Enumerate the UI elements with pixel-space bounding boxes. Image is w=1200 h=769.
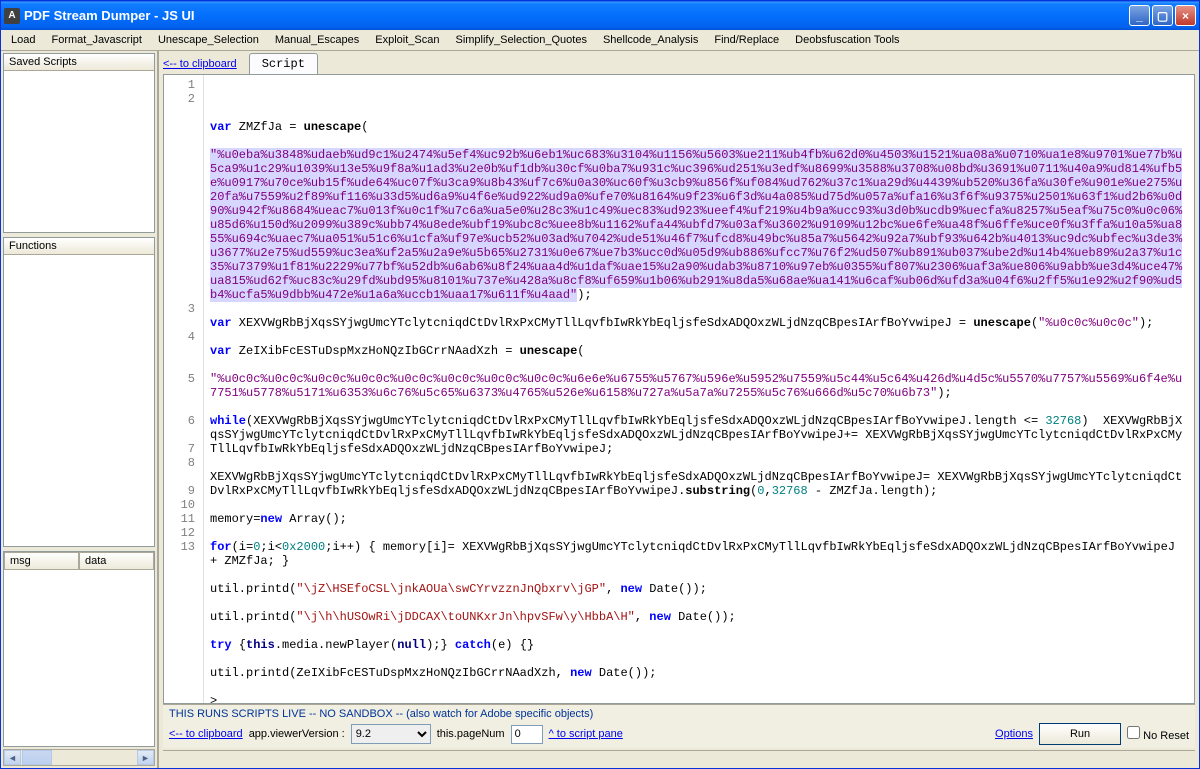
menu-simplify-quotes[interactable]: Simplify_Selection_Quotes	[447, 32, 594, 48]
page-num-label: this.pageNum	[437, 728, 505, 740]
msg-data-panel: msg data	[3, 551, 155, 747]
code-line: var ZeIXibFcESTuDspMxzHoNQzIbGCrrNAadXzh…	[210, 344, 1188, 358]
right-panel: <-- to clipboard Script 1234567891011121…	[159, 51, 1199, 768]
app-icon: A	[4, 8, 20, 24]
maximize-button[interactable]: ▢	[1152, 5, 1173, 26]
menu-format-javascript[interactable]: Format_Javascript	[43, 32, 149, 48]
run-button[interactable]: Run	[1039, 723, 1121, 745]
scroll-right-button[interactable]: ►	[137, 750, 154, 765]
code-line: util.printd("\jZ\HSEfoCSL\jnkAOUa\swCYrv…	[210, 582, 1188, 596]
window-title: PDF Stream Dumper - JS UI	[24, 8, 195, 23]
line-gutter: 12345678910111213	[164, 75, 204, 703]
left-scrollbar[interactable]: ◄ ►	[3, 749, 155, 766]
menu-manual-escapes[interactable]: Manual_Escapes	[267, 32, 367, 48]
close-button[interactable]: ×	[1175, 5, 1196, 26]
viewer-version-select[interactable]: 9.2	[351, 724, 431, 744]
saved-scripts-list[interactable]	[4, 71, 154, 232]
code-line: util.printd("\j\h\hUSOwRi\jDDCAX\toUNKxr…	[210, 610, 1188, 624]
code-line: "%u0eba%u3848%udaeb%ud9c1%u2474%u5ef4%uc…	[210, 148, 1188, 302]
code-line: XEXVWgRbBjXqsSYjwgUmcYTclytcniqdCtDvlRxP…	[210, 470, 1188, 498]
msg-data-list[interactable]	[4, 570, 154, 746]
saved-scripts-header: Saved Scripts	[4, 54, 154, 71]
menu-shellcode-analysis[interactable]: Shellcode_Analysis	[595, 32, 706, 48]
scroll-left-button[interactable]: ◄	[4, 750, 21, 765]
no-reset-label[interactable]: No Reset	[1127, 726, 1189, 742]
code-line	[210, 92, 1188, 106]
code-line: for(i=0;i<0x2000;i++) { memory[i]= XEXVW…	[210, 540, 1188, 568]
bottom-clipboard-link[interactable]: <-- to clipboard	[169, 728, 243, 740]
viewer-version-label: app.viewerVersion :	[249, 728, 345, 740]
bottom-bar: THIS RUNS SCRIPTS LIVE -- NO SANDBOX -- …	[163, 704, 1195, 748]
functions-list[interactable]	[4, 255, 154, 546]
minimize-button[interactable]: _	[1129, 5, 1150, 26]
tab-bar: <-- to clipboard Script	[159, 51, 1199, 74]
data-column-header[interactable]: data	[79, 552, 154, 570]
titlebar[interactable]: A PDF Stream Dumper - JS UI _ ▢ ×	[1, 1, 1199, 30]
app-window: A PDF Stream Dumper - JS UI _ ▢ × Load F…	[0, 0, 1200, 769]
code-editor[interactable]: 12345678910111213 var ZMZfJa = unescape(…	[163, 74, 1195, 704]
status-edge	[163, 750, 1195, 768]
saved-scripts-panel: Saved Scripts	[3, 53, 155, 233]
code-line: util.printd(ZeIXibFcESTuDspMxzHoNQzIbGCr…	[210, 666, 1188, 680]
functions-panel: Functions	[3, 237, 155, 547]
code-line: var ZMZfJa = unescape(	[210, 120, 1188, 134]
code-area[interactable]: var ZMZfJa = unescape( "%u0eba%u3848%uda…	[204, 75, 1194, 703]
functions-header: Functions	[4, 238, 154, 255]
menu-unescape-selection[interactable]: Unescape_Selection	[150, 32, 267, 48]
code-line: >	[210, 694, 1188, 703]
msg-column-header[interactable]: msg	[4, 552, 79, 570]
page-num-input[interactable]	[511, 725, 543, 744]
menu-load[interactable]: Load	[3, 32, 43, 48]
code-line: while(XEXVWgRbBjXqsSYjwgUmcYTclytcniqdCt…	[210, 414, 1188, 456]
code-line: memory=new Array();	[210, 512, 1188, 526]
options-link[interactable]: Options	[995, 728, 1033, 740]
code-line: "%u0c0c%u0c0c%u0c0c%u0c0c%u0c0c%u0c0c%u0…	[210, 372, 1188, 400]
scroll-thumb[interactable]	[22, 750, 52, 765]
to-clipboard-link[interactable]: <-- to clipboard	[163, 58, 237, 74]
code-line: var XEXVWgRbBjXqsSYjwgUmcYTclytcniqdCtDv…	[210, 316, 1188, 330]
to-script-pane-link[interactable]: ^ to script pane	[549, 728, 623, 740]
menu-deobfuscation[interactable]: Deobsfuscation Tools	[787, 32, 907, 48]
code-line: try {this.media.newPlayer(null);} catch(…	[210, 638, 1188, 652]
left-panel: Saved Scripts Functions msg data ◄ ►	[1, 51, 159, 768]
no-reset-checkbox[interactable]	[1127, 726, 1140, 739]
menu-exploit-scan[interactable]: Exploit_Scan	[367, 32, 447, 48]
menu-find-replace[interactable]: Find/Replace	[706, 32, 787, 48]
tab-script[interactable]: Script	[249, 53, 318, 74]
menubar: Load Format_Javascript Unescape_Selectio…	[1, 30, 1199, 51]
sandbox-warning: THIS RUNS SCRIPTS LIVE -- NO SANDBOX -- …	[169, 708, 1189, 720]
